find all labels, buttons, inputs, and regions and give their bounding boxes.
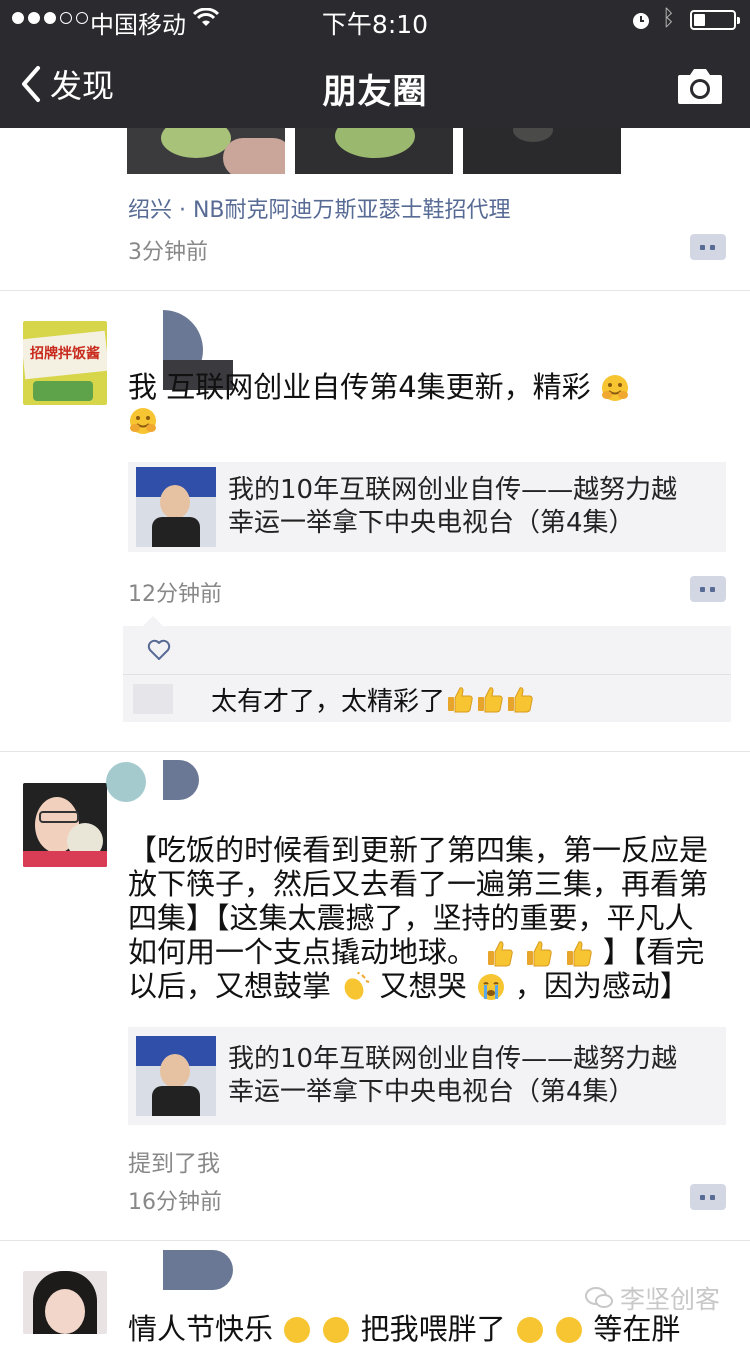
link-title: 我的10年互联网创业自传——越努力越 幸运一举拿下中央电视台（第4集）	[228, 1043, 677, 1109]
mention-label: 提到了我	[128, 1151, 220, 1177]
post-text-fragment: 又想哭	[379, 969, 467, 1003]
post-text-line: 我 互联网创业自传第4集更新，精彩	[128, 370, 591, 404]
post-text-fragment: ，因为感动】	[514, 969, 689, 1003]
avatar[interactable]: 招牌拌饭酱	[23, 321, 107, 405]
alarm-icon	[633, 13, 649, 29]
shared-link-card[interactable]: 我的10年互联网创业自传——越努力越 幸运一举拿下中央电视台（第4集）	[128, 462, 726, 552]
thumbs-up-emoji-icon	[475, 684, 505, 715]
battery-icon	[690, 10, 740, 30]
watermark: 李坚创客	[584, 1280, 720, 1316]
avatar[interactable]	[23, 1271, 107, 1334]
thumbs-up-emoji-icon	[505, 684, 535, 715]
post-text: 【吃饭的时候看到更新了第四集，第一反应是 放下筷子，然后又去看了一遍第三集，再看…	[128, 833, 738, 1003]
camera-icon[interactable]	[676, 66, 724, 106]
redaction-block	[106, 762, 146, 802]
link-title-line: 我的10年互联网创业自传——越努力越	[228, 1044, 678, 1074]
post-photo[interactable]	[127, 128, 285, 174]
link-thumbnail	[136, 1036, 216, 1116]
smiling-face-emoji-icon	[556, 1317, 583, 1343]
avatar-label: 招牌拌饭酱	[30, 346, 100, 362]
post-text-line: 如何用一个支点撬动地球。 】【看完	[128, 935, 738, 969]
crying-face-emoji-icon	[477, 974, 504, 1000]
wechat-logo-icon	[585, 1287, 613, 1308]
post-time: 16分钟前	[128, 1190, 222, 1215]
top-bar: 中国移动 下午8:10 ᛒ 发现 朋友圈	[0, 0, 750, 128]
post-text-emoji-line	[128, 406, 158, 436]
post-text-fragment: 把我喂胖了	[360, 1312, 506, 1346]
clapping-hands-emoji-icon	[344, 972, 370, 1000]
post-divider	[0, 290, 750, 291]
comments-section: 太有才了，太精彩了	[123, 616, 731, 723]
link-title-line: 我的10年互联网创业自传——越努力越	[228, 475, 678, 505]
smiling-face-emoji-icon	[323, 1317, 350, 1343]
post-text-line: 四集】【这集太震撼了，坚持的重要，平凡人	[128, 901, 694, 935]
post-photo[interactable]	[295, 128, 453, 174]
status-bar: 中国移动 下午8:10 ᛒ	[0, 0, 750, 40]
post-divider	[0, 1240, 750, 1241]
bluetooth-icon: ᛒ	[662, 6, 676, 31]
heart-icon	[147, 639, 171, 660]
thumbs-up-emoji-icon	[564, 935, 594, 969]
post-location[interactable]: 绍兴 · NB耐克阿迪万斯亚瑟士鞋招代理	[128, 192, 511, 224]
smiling-face-emoji-icon	[284, 1317, 311, 1343]
smiling-face-emoji-icon	[516, 1317, 543, 1343]
post-text-fragment: 】【看完	[602, 935, 705, 969]
post-divider	[0, 751, 750, 752]
username-redacted	[163, 760, 199, 800]
post-text-line: 【吃饭的时候看到更新了第四集，第一反应是	[128, 833, 709, 867]
likes-row	[123, 626, 731, 675]
post-photo[interactable]	[463, 128, 621, 174]
hugging-face-emoji-icon	[601, 375, 628, 401]
battery-level	[694, 14, 705, 26]
post-text-fragment: 等在胖	[593, 1312, 681, 1346]
comment-button[interactable]	[690, 1184, 726, 1210]
watermark-text: 李坚创客	[620, 1285, 721, 1314]
post-time: 3分钟前	[128, 240, 208, 265]
comment-text: 太有才了，太精彩了	[211, 686, 446, 717]
thumbs-up-emoji-icon	[485, 935, 515, 969]
post-text-fragment: 如何用一个支点撬动地球。	[128, 935, 477, 969]
hugging-face-emoji-icon	[130, 408, 156, 434]
thumbs-up-emoji-icon	[445, 684, 475, 715]
post-text: 情人节快乐 把我喂胖了 等在胖	[128, 1312, 680, 1346]
post-time: 12分钟前	[128, 582, 222, 607]
link-thumbnail	[136, 467, 216, 547]
shared-link-card[interactable]: 我的10年互联网创业自传——越努力越 幸运一举拿下中央电视台（第4集）	[128, 1027, 726, 1125]
comment-item[interactable]: 太有才了，太精彩了	[123, 675, 731, 723]
post-text-fragment: 以后，又想鼓掌	[128, 969, 332, 1003]
avatar[interactable]	[23, 783, 107, 867]
username-redacted	[163, 1250, 233, 1290]
post-text-line: 放下筷子，然后又去看了一遍第三集，再看第	[128, 867, 709, 901]
link-title-line: 幸运一举拿下中央电视台（第4集）	[228, 508, 635, 538]
link-title-line: 幸运一举拿下中央电视台（第4集）	[228, 1077, 635, 1107]
post-text: 我 互联网创业自传第4集更新，精彩	[128, 370, 630, 404]
link-title: 我的10年互联网创业自传——越努力越 幸运一举拿下中央电视台（第4集）	[228, 474, 677, 540]
comment-button[interactable]	[690, 576, 726, 602]
page-title: 朋友圈	[322, 72, 428, 112]
post-text-line: 以后，又想鼓掌 又想哭 ，因为感动】	[128, 969, 738, 1003]
commenter-redacted	[133, 684, 173, 714]
comment-button[interactable]	[690, 234, 726, 260]
thumbs-up-emoji-icon	[524, 935, 554, 969]
post-text-fragment: 情人节快乐	[128, 1312, 274, 1346]
